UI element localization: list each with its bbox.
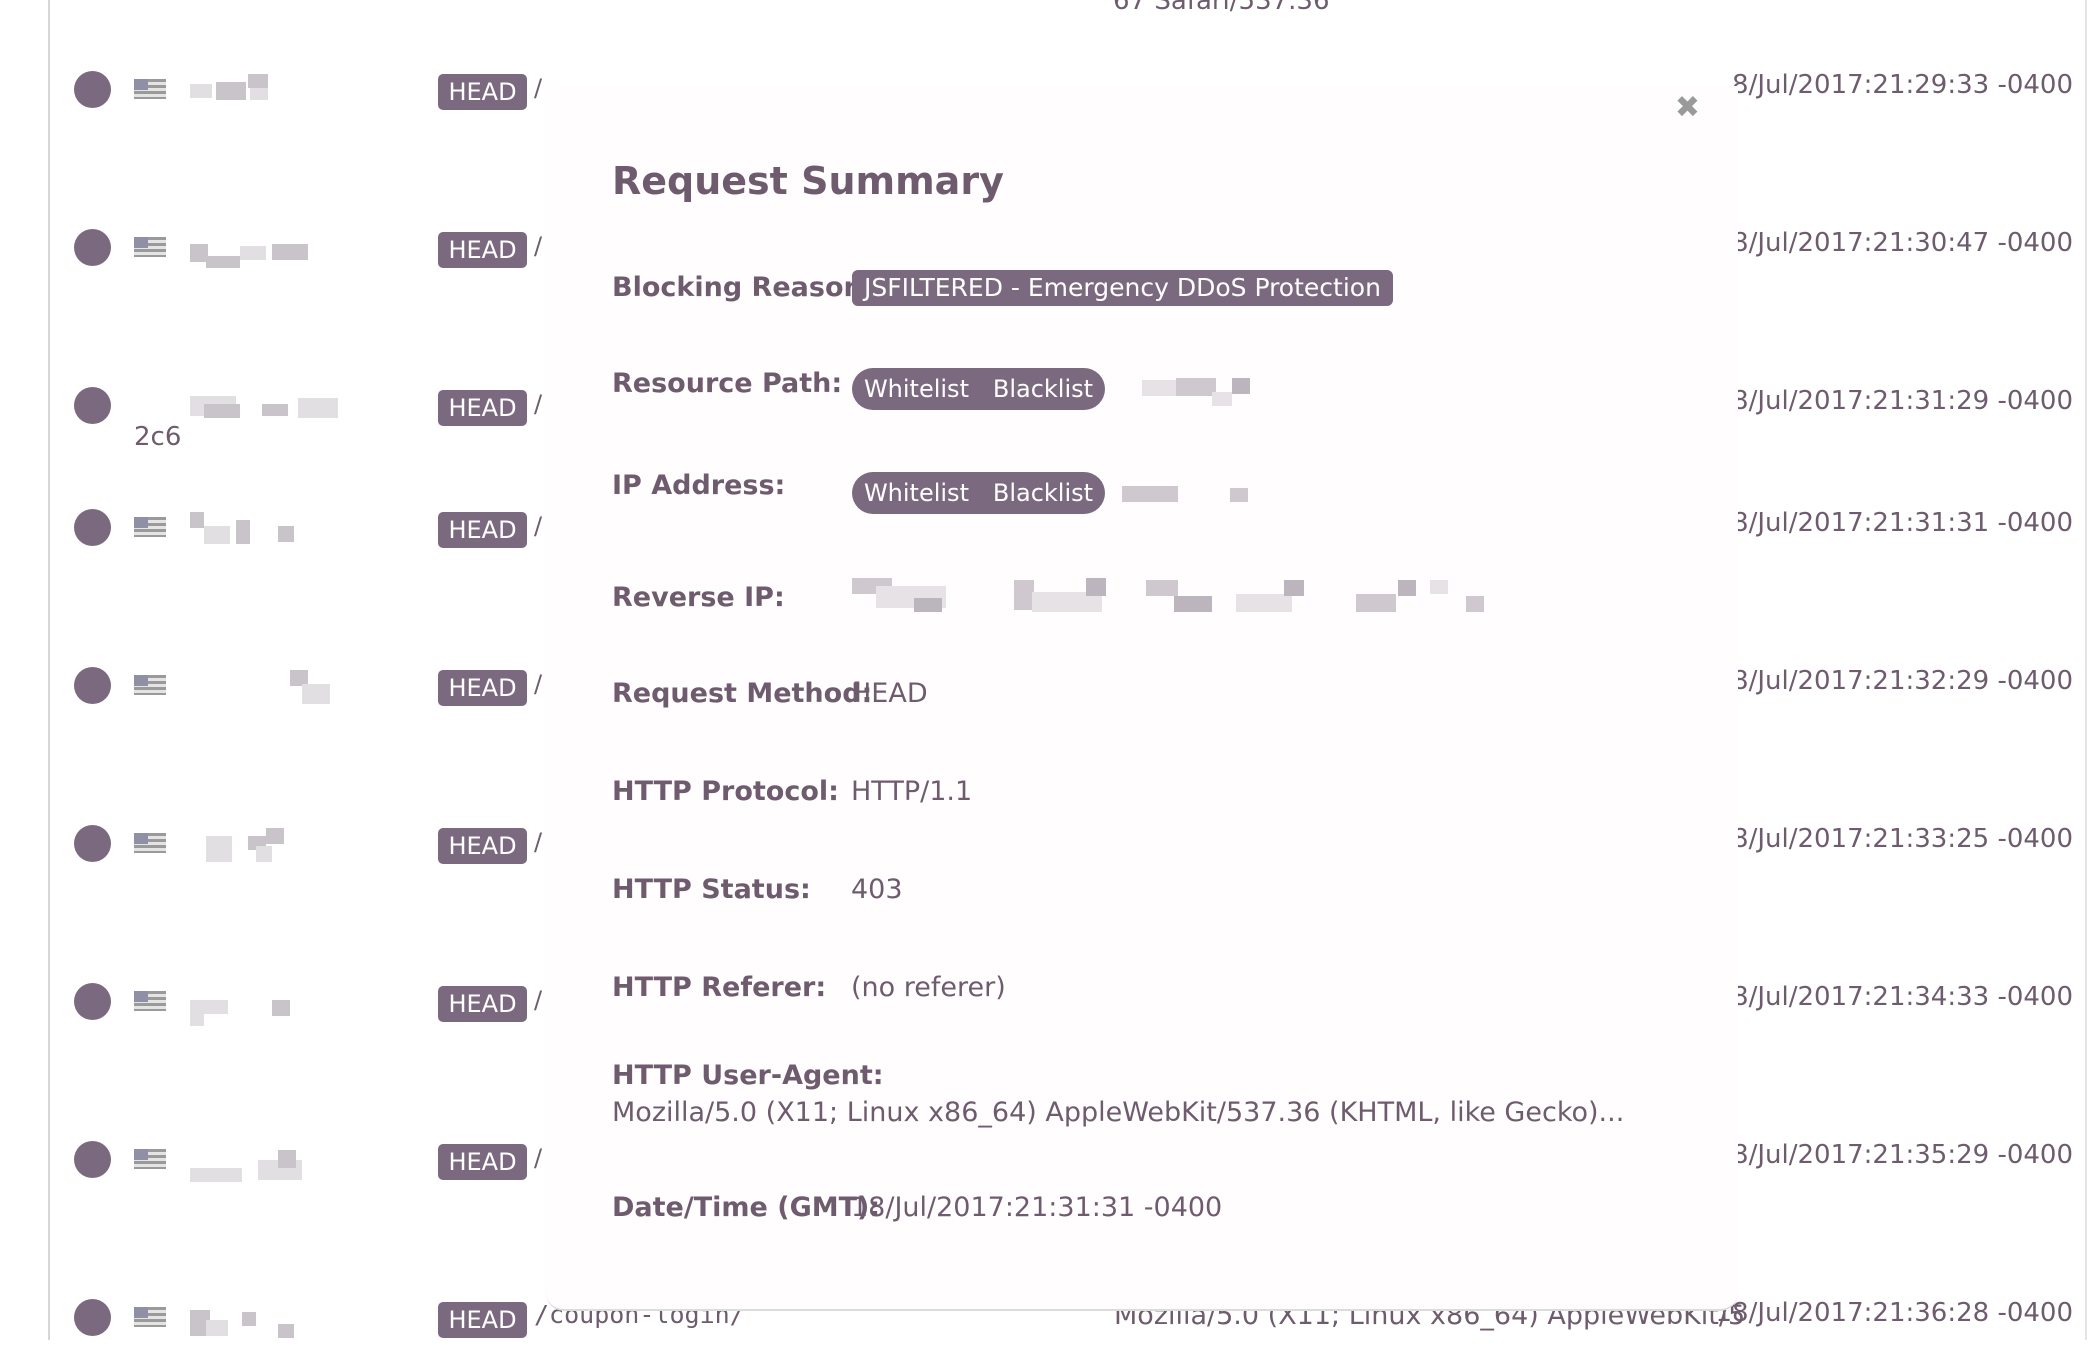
ip-address-list-toggle: Whitelist Blacklist	[852, 472, 1105, 514]
datetime-label: Date/Time (GMT):	[612, 1192, 881, 1223]
us-flag-icon	[134, 675, 166, 695]
us-flag-icon	[134, 237, 166, 257]
request-path[interactable]: /	[534, 828, 542, 856]
status-dot	[74, 983, 111, 1020]
redacted-ip	[186, 232, 386, 268]
redacted-ip	[186, 670, 386, 706]
timestamp: 8/Jul/2017:21:31:31 -0400	[1732, 508, 2073, 538]
http-protocol-value: HTTP/1.1	[851, 776, 973, 807]
method-badge: HEAD	[438, 232, 527, 268]
http-status-value: 403	[851, 874, 903, 905]
us-flag-icon	[134, 1149, 166, 1169]
method-badge: HEAD	[438, 390, 527, 426]
method-badge: HEAD	[438, 986, 527, 1022]
us-flag-icon	[134, 517, 166, 537]
status-dot	[74, 667, 111, 704]
timestamp: 8/Jul/2017:21:30:47 -0400	[1732, 228, 2073, 258]
request-method-value: HEAD	[851, 678, 928, 709]
user-agent-label: HTTP User-Agent:	[612, 1060, 884, 1091]
row-extra-text: 2c6	[134, 422, 182, 452]
status-dot	[74, 1141, 111, 1178]
blocking-reason-badge: JSFILTERED - Emergency DDoS Protection	[852, 270, 1393, 306]
request-path[interactable]: /	[534, 986, 542, 1014]
reverse-ip-label: Reverse IP:	[612, 582, 785, 613]
method-badge: HEAD	[438, 512, 527, 548]
status-dot	[74, 387, 111, 424]
status-dot	[74, 229, 111, 266]
status-dot	[74, 1299, 111, 1336]
redacted-ip	[186, 512, 386, 548]
http-referer-label: HTTP Referer:	[612, 972, 827, 1003]
close-icon[interactable]: ✖	[1675, 90, 1700, 125]
redacted-ip	[186, 74, 386, 110]
resource-path-blacklist-button[interactable]: Blacklist	[993, 375, 1093, 403]
redacted-ip	[186, 390, 386, 426]
status-dot	[74, 825, 111, 862]
request-summary-modal: ✖ Request Summary Blocking Reason: JSFIL…	[546, 86, 1738, 1311]
redacted-ip	[186, 986, 386, 1026]
us-flag-icon	[134, 991, 166, 1011]
timestamp: 18/Jul/2017:21:36:28 -0400	[1715, 1298, 2074, 1328]
us-flag-icon	[134, 833, 166, 853]
request-path[interactable]: /	[534, 232, 542, 260]
redacted-ip	[186, 1302, 386, 1338]
request-method-label: Request Method:	[612, 678, 873, 709]
request-path[interactable]: /	[534, 670, 542, 698]
request-path[interactable]: /	[534, 74, 542, 102]
previous-row-user-agent: 67 Safari/537.36	[1113, 0, 1330, 16]
timestamp: 8/Jul/2017:21:35:29 -0400	[1732, 1140, 2073, 1170]
request-path[interactable]: /	[534, 390, 542, 418]
timestamp: 8/Jul/2017:21:34:33 -0400	[1732, 982, 2073, 1012]
resource-path-whitelist-button[interactable]: Whitelist	[864, 375, 969, 403]
right-border	[2085, 0, 2087, 1340]
timestamp: 8/Jul/2017:21:31:29 -0400	[1732, 386, 2073, 416]
method-badge: HEAD	[438, 1302, 527, 1338]
method-badge: HEAD	[438, 74, 527, 110]
us-flag-icon	[134, 1307, 166, 1327]
status-dot	[74, 509, 111, 546]
resource-path-list-toggle: Whitelist Blacklist	[852, 368, 1105, 410]
status-dot	[74, 71, 111, 108]
redacted-ip	[186, 1144, 386, 1182]
http-protocol-label: HTTP Protocol:	[612, 776, 839, 807]
timestamp: 8/Jul/2017:21:33:25 -0400	[1732, 824, 2073, 854]
method-badge: HEAD	[438, 828, 527, 864]
modal-title: Request Summary	[612, 159, 1004, 203]
blocking-reason-label: Blocking Reason:	[612, 272, 874, 303]
timestamp: 8/Jul/2017:21:29:33 -0400	[1732, 70, 2073, 100]
request-path[interactable]: /	[534, 1144, 542, 1172]
ip-address-label: IP Address:	[612, 470, 786, 501]
timestamp: 8/Jul/2017:21:32:29 -0400	[1732, 666, 2073, 696]
ip-whitelist-button[interactable]: Whitelist	[864, 479, 969, 507]
user-agent-value: Mozilla/5.0 (X11; Linux x86_64) AppleWeb…	[612, 1097, 1625, 1128]
datetime-value: 18/Jul/2017:21:31:31 -0400	[851, 1192, 1223, 1223]
request-path[interactable]: /	[534, 512, 542, 540]
us-flag-icon	[134, 79, 166, 99]
resource-path-label: Resource Path:	[612, 368, 843, 399]
redacted-ip	[186, 828, 386, 864]
ip-blacklist-button[interactable]: Blacklist	[993, 479, 1093, 507]
method-badge: HEAD	[438, 670, 527, 706]
http-status-label: HTTP Status:	[612, 874, 811, 905]
method-badge: HEAD	[438, 1144, 527, 1180]
http-referer-value: (no referer)	[851, 972, 1006, 1003]
